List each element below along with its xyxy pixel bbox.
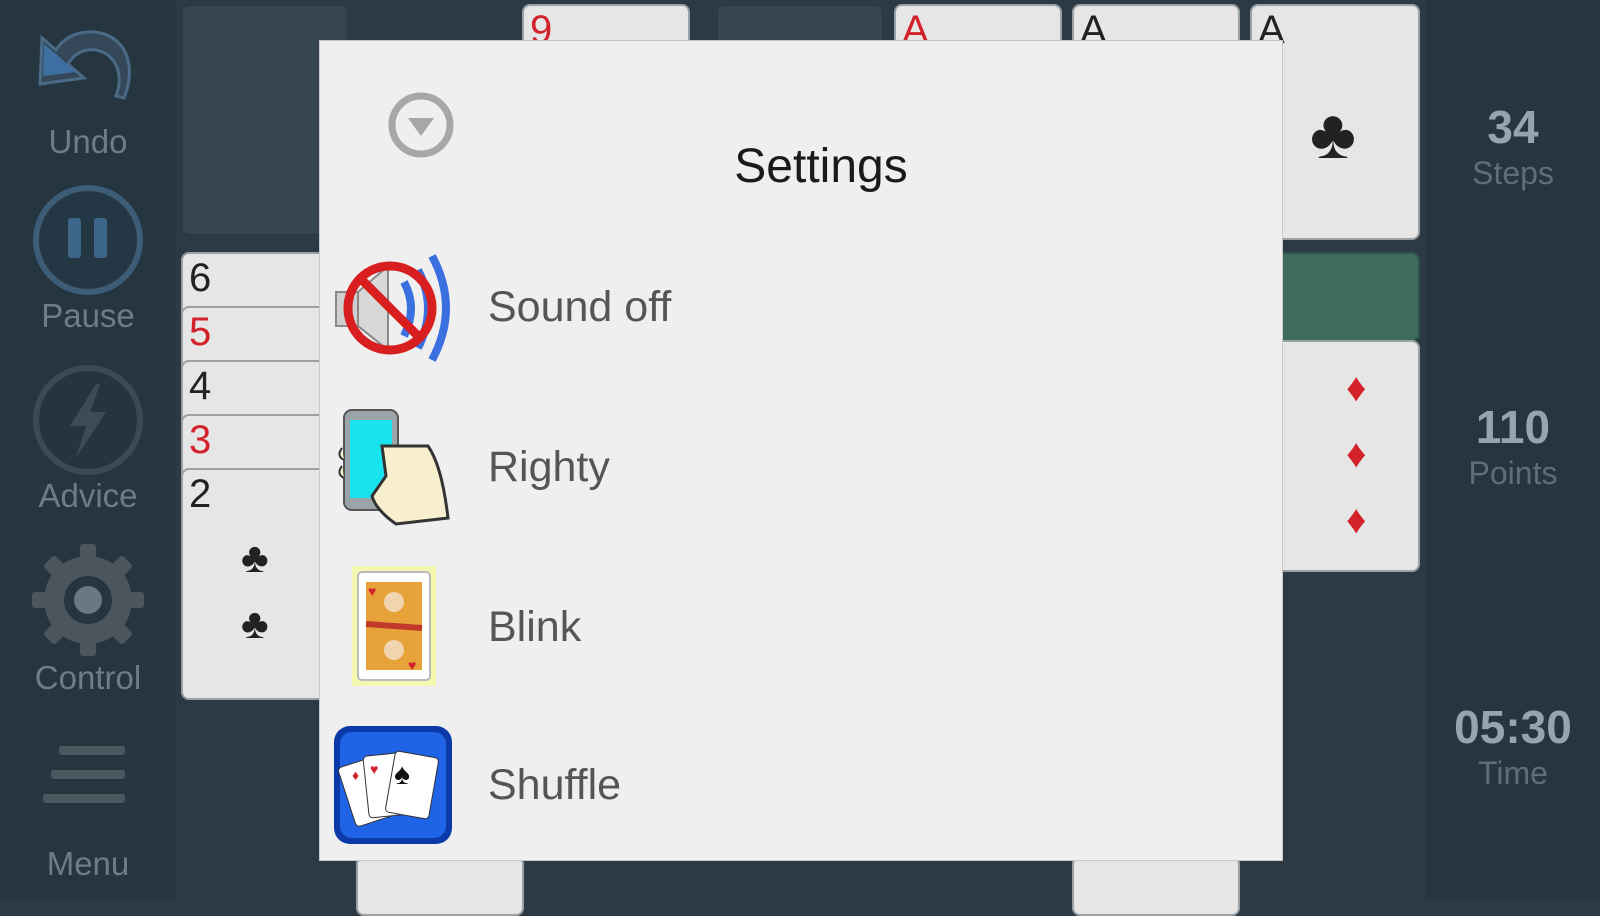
card-rank: 5 bbox=[189, 310, 212, 354]
club-suit-icon: ♣ bbox=[241, 534, 269, 581]
undo-arrow-icon bbox=[38, 30, 131, 100]
option-shuffle[interactable]: ♠ ♥ ♦ Shuffle bbox=[320, 709, 1282, 859]
diamond-suit-icon: ♦ bbox=[1346, 366, 1367, 410]
tableau-card[interactable] bbox=[1072, 856, 1240, 916]
hand-phone-icon bbox=[338, 409, 450, 526]
steps-stat: 34 Steps bbox=[1426, 100, 1600, 192]
option-label: Shuffle bbox=[488, 761, 622, 809]
card-rank: 4 bbox=[189, 364, 212, 408]
time-label: Time bbox=[1478, 755, 1548, 791]
card-rank: 2 bbox=[189, 472, 212, 516]
menu-label: Menu bbox=[46, 845, 130, 882]
pause-icon bbox=[33, 185, 143, 295]
option-label: Sound off bbox=[488, 283, 672, 331]
advice-label: Advice bbox=[38, 477, 138, 514]
time-stat: 05:30 Time bbox=[1426, 700, 1600, 792]
svg-text:♥: ♥ bbox=[368, 583, 376, 599]
svg-text:♥: ♥ bbox=[408, 657, 416, 673]
settings-dialog: Settings Sound off Righty ♥ ♥ Blink ♠ ♥ … bbox=[320, 41, 1282, 860]
option-label: Blink bbox=[488, 603, 582, 651]
points-value: 110 bbox=[1475, 401, 1551, 453]
queen-card-icon: ♥ ♥ bbox=[352, 566, 436, 686]
points-stat: 110 Points bbox=[1426, 400, 1600, 492]
stats-panel: 34 Steps 110 Points 05:30 Time bbox=[1426, 0, 1600, 900]
svg-text:♠: ♠ bbox=[394, 758, 410, 791]
menu-button[interactable]: Menu bbox=[0, 740, 176, 882]
dialog-title: Settings bbox=[734, 140, 908, 193]
control-label: Control bbox=[34, 659, 142, 696]
option-blink[interactable]: ♥ ♥ Blink bbox=[320, 551, 1282, 701]
svg-text:♦: ♦ bbox=[352, 767, 359, 783]
points-label: Points bbox=[1468, 455, 1558, 491]
sound-muted-icon bbox=[335, 254, 450, 362]
advice-button[interactable]: Advice bbox=[0, 362, 176, 514]
shuffle-cards-icon: ♠ ♥ ♦ bbox=[334, 726, 452, 844]
steps-label: Steps bbox=[1472, 155, 1554, 191]
undo-label: Undo bbox=[48, 123, 128, 160]
option-label: Righty bbox=[488, 443, 610, 491]
diamond-suit-icon: ♦ bbox=[1346, 498, 1367, 542]
gear-icon bbox=[32, 544, 144, 656]
diamond-suit-icon: ♦ bbox=[1346, 432, 1367, 476]
pause-button[interactable]: Pause bbox=[0, 182, 176, 334]
option-sound[interactable]: Sound off bbox=[320, 231, 1282, 381]
lightning-icon bbox=[33, 365, 143, 475]
card-rank: 3 bbox=[189, 418, 212, 462]
undo-button[interactable]: Undo bbox=[0, 14, 176, 160]
option-righty[interactable]: Righty bbox=[320, 391, 1282, 541]
toolbar: Undo Pause Advice Control Menu bbox=[0, 0, 176, 900]
pause-label: Pause bbox=[41, 297, 135, 334]
control-button[interactable]: Control bbox=[0, 540, 176, 696]
time-value: 05:30 bbox=[1454, 701, 1572, 753]
club-suit-icon: ♣ bbox=[241, 600, 269, 647]
card-rank: 6 bbox=[189, 256, 212, 300]
hamburger-icon bbox=[43, 746, 125, 803]
tableau-card[interactable] bbox=[356, 856, 524, 916]
club-suit-icon: ♣ bbox=[1310, 95, 1356, 173]
svg-text:♥: ♥ bbox=[370, 761, 378, 777]
steps-value: 34 bbox=[1487, 101, 1539, 153]
